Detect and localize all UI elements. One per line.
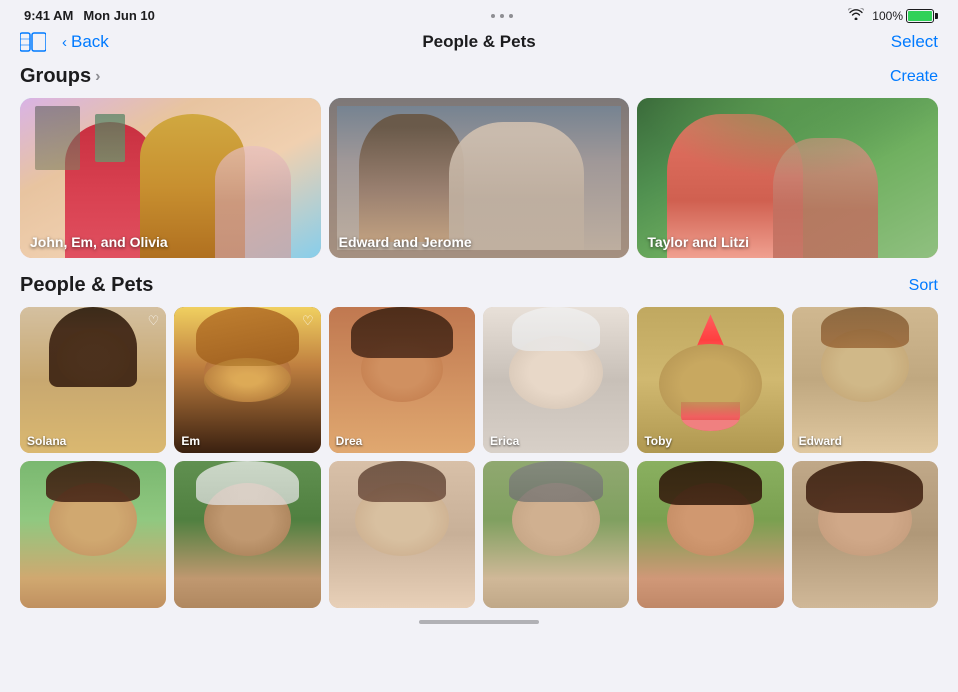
nav-left: ‹ Back [20, 31, 109, 53]
favorite-icon-solana: ♡ [148, 313, 160, 329]
person-card-erica[interactable]: Erica [483, 307, 629, 453]
person-card-drea[interactable]: Drea [329, 307, 475, 453]
person-card-woman2[interactable] [483, 461, 629, 607]
wifi-icon [848, 8, 864, 23]
status-bar: 9:41 AM Mon Jun 10 100% [0, 0, 958, 27]
person-name-edward: Edward [799, 434, 842, 448]
people-section-header: People & Pets Sort [20, 274, 938, 297]
battery-text: 100% [872, 9, 903, 23]
nav-title: People & Pets [422, 32, 535, 52]
group-label-taylor: Taylor and Litzi [647, 234, 749, 250]
person-card-man1[interactable] [174, 461, 320, 607]
status-dot-2 [500, 14, 504, 18]
favorite-icon-em: ♡ [302, 313, 314, 329]
person-name-solana: Solana [27, 434, 66, 448]
create-button[interactable]: Create [890, 68, 938, 86]
person-name-em: Em [181, 434, 200, 448]
device-frame: 9:41 AM Mon Jun 10 100% [0, 0, 958, 692]
group-label-john: John, Em, and Olivia [30, 234, 168, 250]
person-name-erica: Erica [490, 434, 519, 448]
people-title: People & Pets [20, 274, 153, 297]
people-title-text: People & Pets [20, 274, 153, 297]
status-date: Mon Jun 10 [83, 8, 155, 23]
group-card-edward[interactable]: Edward and Jerome [329, 98, 630, 258]
status-time: 9:41 AM [24, 8, 73, 23]
sort-button[interactable]: Sort [909, 277, 938, 295]
status-dot-3 [509, 14, 513, 18]
person-card-girl1[interactable] [792, 461, 938, 607]
status-center [491, 14, 513, 18]
groups-title-text: Groups [20, 65, 91, 88]
person-card-boy2[interactable] [637, 461, 783, 607]
groups-grid: John, Em, and Olivia Edward and Jerome [20, 98, 938, 258]
person-name-drea: Drea [336, 434, 363, 448]
person-card-solana[interactable]: ♡ Solana [20, 307, 166, 453]
nav-bar: ‹ Back People & Pets Select [0, 27, 958, 61]
person-name-toby: Toby [644, 434, 672, 448]
nav-right: Select [891, 32, 938, 52]
group-card-taylor[interactable]: Taylor and Litzi [637, 98, 938, 258]
group-label-edward: Edward and Jerome [339, 234, 472, 250]
battery-fill [908, 11, 932, 21]
battery-container: 100% [872, 9, 934, 23]
sidebar-icon[interactable] [20, 31, 50, 53]
person-card-woman1[interactable] [329, 461, 475, 607]
person-card-boy1[interactable] [20, 461, 166, 607]
person-card-edward[interactable]: Edward [792, 307, 938, 453]
back-label: Back [71, 32, 109, 52]
content-area: Groups › Create John, Em, and Olivia [0, 61, 958, 608]
person-card-toby[interactable]: Toby [637, 307, 783, 453]
status-dot-1 [491, 14, 495, 18]
status-right: 100% [848, 8, 934, 23]
scroll-indicator [0, 612, 958, 632]
back-button[interactable]: ‹ Back [62, 32, 109, 52]
groups-title[interactable]: Groups › [20, 65, 100, 88]
group-card-john[interactable]: John, Em, and Olivia [20, 98, 321, 258]
people-grid-row2 [20, 461, 938, 607]
back-chevron-icon: ‹ [62, 34, 67, 51]
battery-icon [906, 9, 934, 23]
person-card-em[interactable]: ♡ Em [174, 307, 320, 453]
scroll-dot [419, 620, 539, 624]
select-button[interactable]: Select [891, 32, 938, 52]
people-grid-row1: ♡ Solana ♡ Em [20, 307, 938, 453]
groups-chevron-icon: › [95, 68, 100, 86]
groups-section-header: Groups › Create [20, 65, 938, 88]
